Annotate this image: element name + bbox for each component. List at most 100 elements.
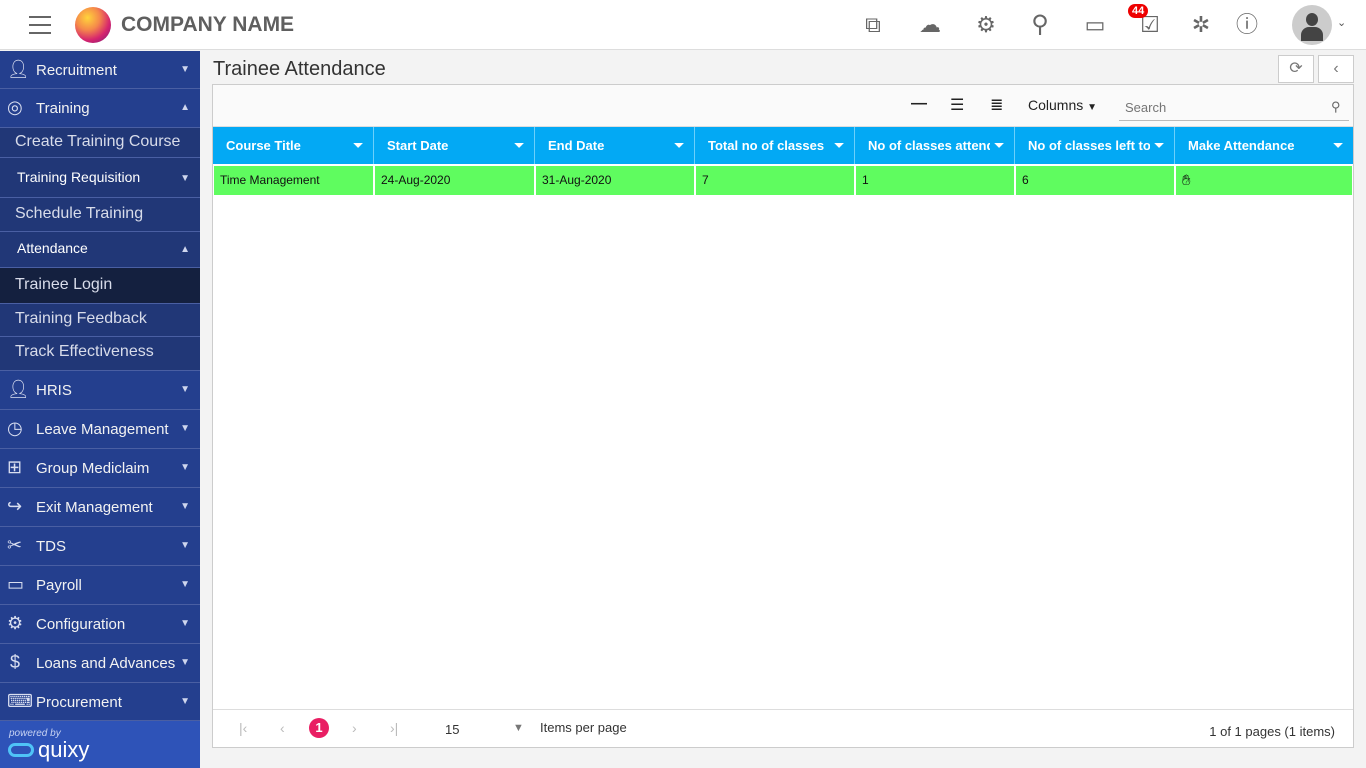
target-icon: ◎ (7, 97, 23, 117)
sidebar-item-track-effectiveness[interactable]: Track Effectiveness (0, 337, 200, 371)
search-input[interactable] (1119, 95, 1349, 121)
sidebar-item-hris[interactable]: 👤︎ HRIS ▼ (0, 371, 200, 410)
sidebar-item-tds[interactable]: ✂ TDS ▼ (0, 527, 200, 566)
search-icon: ⚲ (1331, 99, 1341, 114)
quixy-logo-icon (8, 743, 34, 757)
chevron-down-icon: ▼ (180, 579, 190, 590)
sidebar-item-attendance[interactable]: Attendance ▲ (0, 232, 200, 268)
sidebar-item-group-mediclaim[interactable]: ⊞ Group Mediclaim ▼ (0, 449, 200, 488)
sidebar-item-procurement[interactable]: ⌨ Procurement ▼ (0, 683, 200, 721)
quixy-brand: quixy (38, 737, 90, 762)
chevron-up-icon: ▲ (180, 102, 190, 113)
notification-badge: 44 (1128, 4, 1149, 18)
chevron-up-icon: ▲ (180, 244, 190, 255)
column-header-classes-attended[interactable]: No of classes attended⏷ (855, 127, 1015, 164)
sidebar-item-configuration[interactable]: ⚙ Configuration ▼ (0, 605, 200, 644)
company-name: COMPANY NAME (121, 13, 295, 36)
menu-icon[interactable] (29, 16, 51, 34)
search-icon[interactable]: ⚲ (1025, 10, 1055, 40)
info-icon[interactable]: ⓘ (1232, 10, 1262, 40)
cloud-download-icon[interactable]: ☁ (915, 10, 945, 40)
filter-icon[interactable]: ⏷ (1154, 127, 1164, 164)
cell-classes-attended: 1 (856, 166, 1016, 195)
grid-panel: — ☰ ≣ Columns ▼ ⚲ Course Title⏷ Start Da… (212, 84, 1354, 748)
laptop-icon: ⌨ (7, 691, 33, 711)
sidebar-item-training-feedback[interactable]: Training Feedback (0, 304, 200, 337)
sidebar-item-exit-management[interactable]: ↪ Exit Management ▼ (0, 488, 200, 527)
cell-start-date: 24-Aug-2020 (375, 166, 536, 195)
table-header: Course Title ⏷ Start Date ⏷ End Date ⏷ Tota… (213, 127, 1353, 164)
filter-icon[interactable]: ⏷ (674, 127, 684, 164)
chevron-down-icon: ▼ (180, 173, 190, 184)
page-1-button[interactable]: 1 (309, 718, 329, 738)
caret-down-icon[interactable]: ▼ (513, 722, 524, 734)
chevron-down-icon: ▼ (180, 501, 190, 512)
sidebar-item-payroll[interactable]: ▭ Payroll ▼ (0, 566, 200, 605)
next-page-icon[interactable]: › (352, 720, 357, 736)
sidebar-item-leave-management[interactable]: ◷ Leave Management ▼ (0, 410, 200, 449)
collapse-button[interactable]: ‹ (1318, 55, 1354, 83)
sidebar-item-create-training-course[interactable]: Create Training Course (0, 128, 200, 158)
page-size-select[interactable]: 15 (445, 722, 459, 737)
user-icon: 👤︎ (7, 59, 30, 79)
medical-icon: ⊞ (7, 457, 23, 477)
last-page-icon[interactable]: ›| (390, 720, 398, 736)
caret-down-icon: ▼ (1087, 102, 1098, 113)
powered-by-footer: powered by quixy (0, 721, 200, 768)
money-icon: ▭ (7, 574, 25, 594)
first-page-icon[interactable]: |‹ (239, 720, 247, 736)
column-header-make-attendance[interactable]: Make Attendance ⏷ (1175, 127, 1353, 164)
prev-page-icon[interactable]: ‹ (280, 720, 285, 736)
gear-icon: ⚙ (7, 613, 24, 633)
pager-summary: 1 of 1 pages (1 items) (1209, 724, 1335, 739)
chevron-down-icon: ▼ (180, 64, 190, 75)
filter-icon[interactable]: ⏷ (1333, 127, 1343, 164)
sidebar-item-loans-and-advances[interactable]: $ Loans and Advances ▼ (0, 644, 200, 683)
column-header-start-date[interactable]: Start Date ⏷ (374, 127, 535, 164)
sidebar-item-schedule-training[interactable]: Schedule Training (0, 198, 200, 232)
sidebar-item-training[interactable]: ◎ Training ▲ (0, 89, 200, 128)
chat-icon[interactable]: ▭ (1080, 10, 1110, 40)
column-header-course-title[interactable]: Course Title ⏷ (213, 127, 374, 164)
chevron-down-icon: ▼ (180, 462, 190, 473)
sidebar-item-trainee-login[interactable]: Trainee Login (0, 268, 200, 304)
share-icon: ↪ (7, 496, 23, 516)
avatar[interactable] (1292, 5, 1332, 45)
sidebar-item-training-requisition[interactable]: Training Requisition ▼ (0, 158, 200, 198)
chevron-down-icon: ▼ (180, 696, 190, 707)
cell-make-attendance: ✋︎ (1176, 166, 1352, 195)
column-header-classes-left[interactable]: No of classes left to attend⏷ (1015, 127, 1175, 164)
density-comfortable-icon[interactable]: ≣ (990, 95, 1003, 115)
chevron-down-icon: ▼ (180, 657, 190, 668)
chevron-down-icon: ▼ (180, 384, 190, 395)
top-bar: COMPANY NAME ⧉ ☁ ⚙ ⚲ ▭ ☑ 44 ✲ ⓘ ⌄ (0, 0, 1366, 50)
density-standard-icon[interactable]: ☰ (950, 95, 964, 115)
sidebar-item-recruitment[interactable]: 👤︎ Recruitment ▼ (0, 51, 200, 89)
chevron-down-icon[interactable]: ⌄ (1337, 16, 1346, 29)
density-compact-icon[interactable]: — (911, 95, 927, 113)
chevron-left-icon: ‹ (1333, 60, 1339, 77)
scissors-icon: ✂ (7, 535, 23, 555)
grid-toolbar: — ☰ ≣ Columns ▼ ⚲ (213, 85, 1353, 127)
filter-icon[interactable]: ⏷ (834, 127, 844, 164)
add-layer-icon[interactable]: ⧉ (858, 10, 888, 40)
table-row[interactable]: Time Management 24-Aug-2020 31-Aug-2020 … (213, 166, 1353, 196)
items-per-page-label: Items per page (540, 720, 627, 735)
column-header-total-classes[interactable]: Total no of classes ⏷ (695, 127, 855, 164)
chevron-down-icon: ▼ (180, 618, 190, 629)
refresh-button[interactable]: ⟳ (1278, 55, 1314, 83)
user-settings-icon[interactable]: ⚙ (971, 10, 1001, 40)
columns-button[interactable]: Columns ▼ (1028, 97, 1097, 113)
filter-icon[interactable]: ⏷ (994, 127, 1004, 164)
company-logo (75, 7, 111, 43)
dollar-icon: $ (10, 652, 21, 672)
hand-icon[interactable]: ✋︎ (1182, 172, 1191, 189)
bug-icon[interactable]: ✲ (1186, 10, 1216, 40)
filter-icon[interactable]: ⏷ (514, 127, 524, 164)
page-title: Trainee Attendance (213, 58, 386, 80)
chevron-down-icon: ▼ (180, 423, 190, 434)
filter-icon[interactable]: ⏷ (353, 127, 363, 164)
pager: |‹ ‹ 1 › ›| 15 ▼ Items per page 1 of 1 p… (213, 709, 1353, 748)
column-header-end-date[interactable]: End Date ⏷ (535, 127, 695, 164)
refresh-icon: ⟳ (1289, 60, 1303, 77)
